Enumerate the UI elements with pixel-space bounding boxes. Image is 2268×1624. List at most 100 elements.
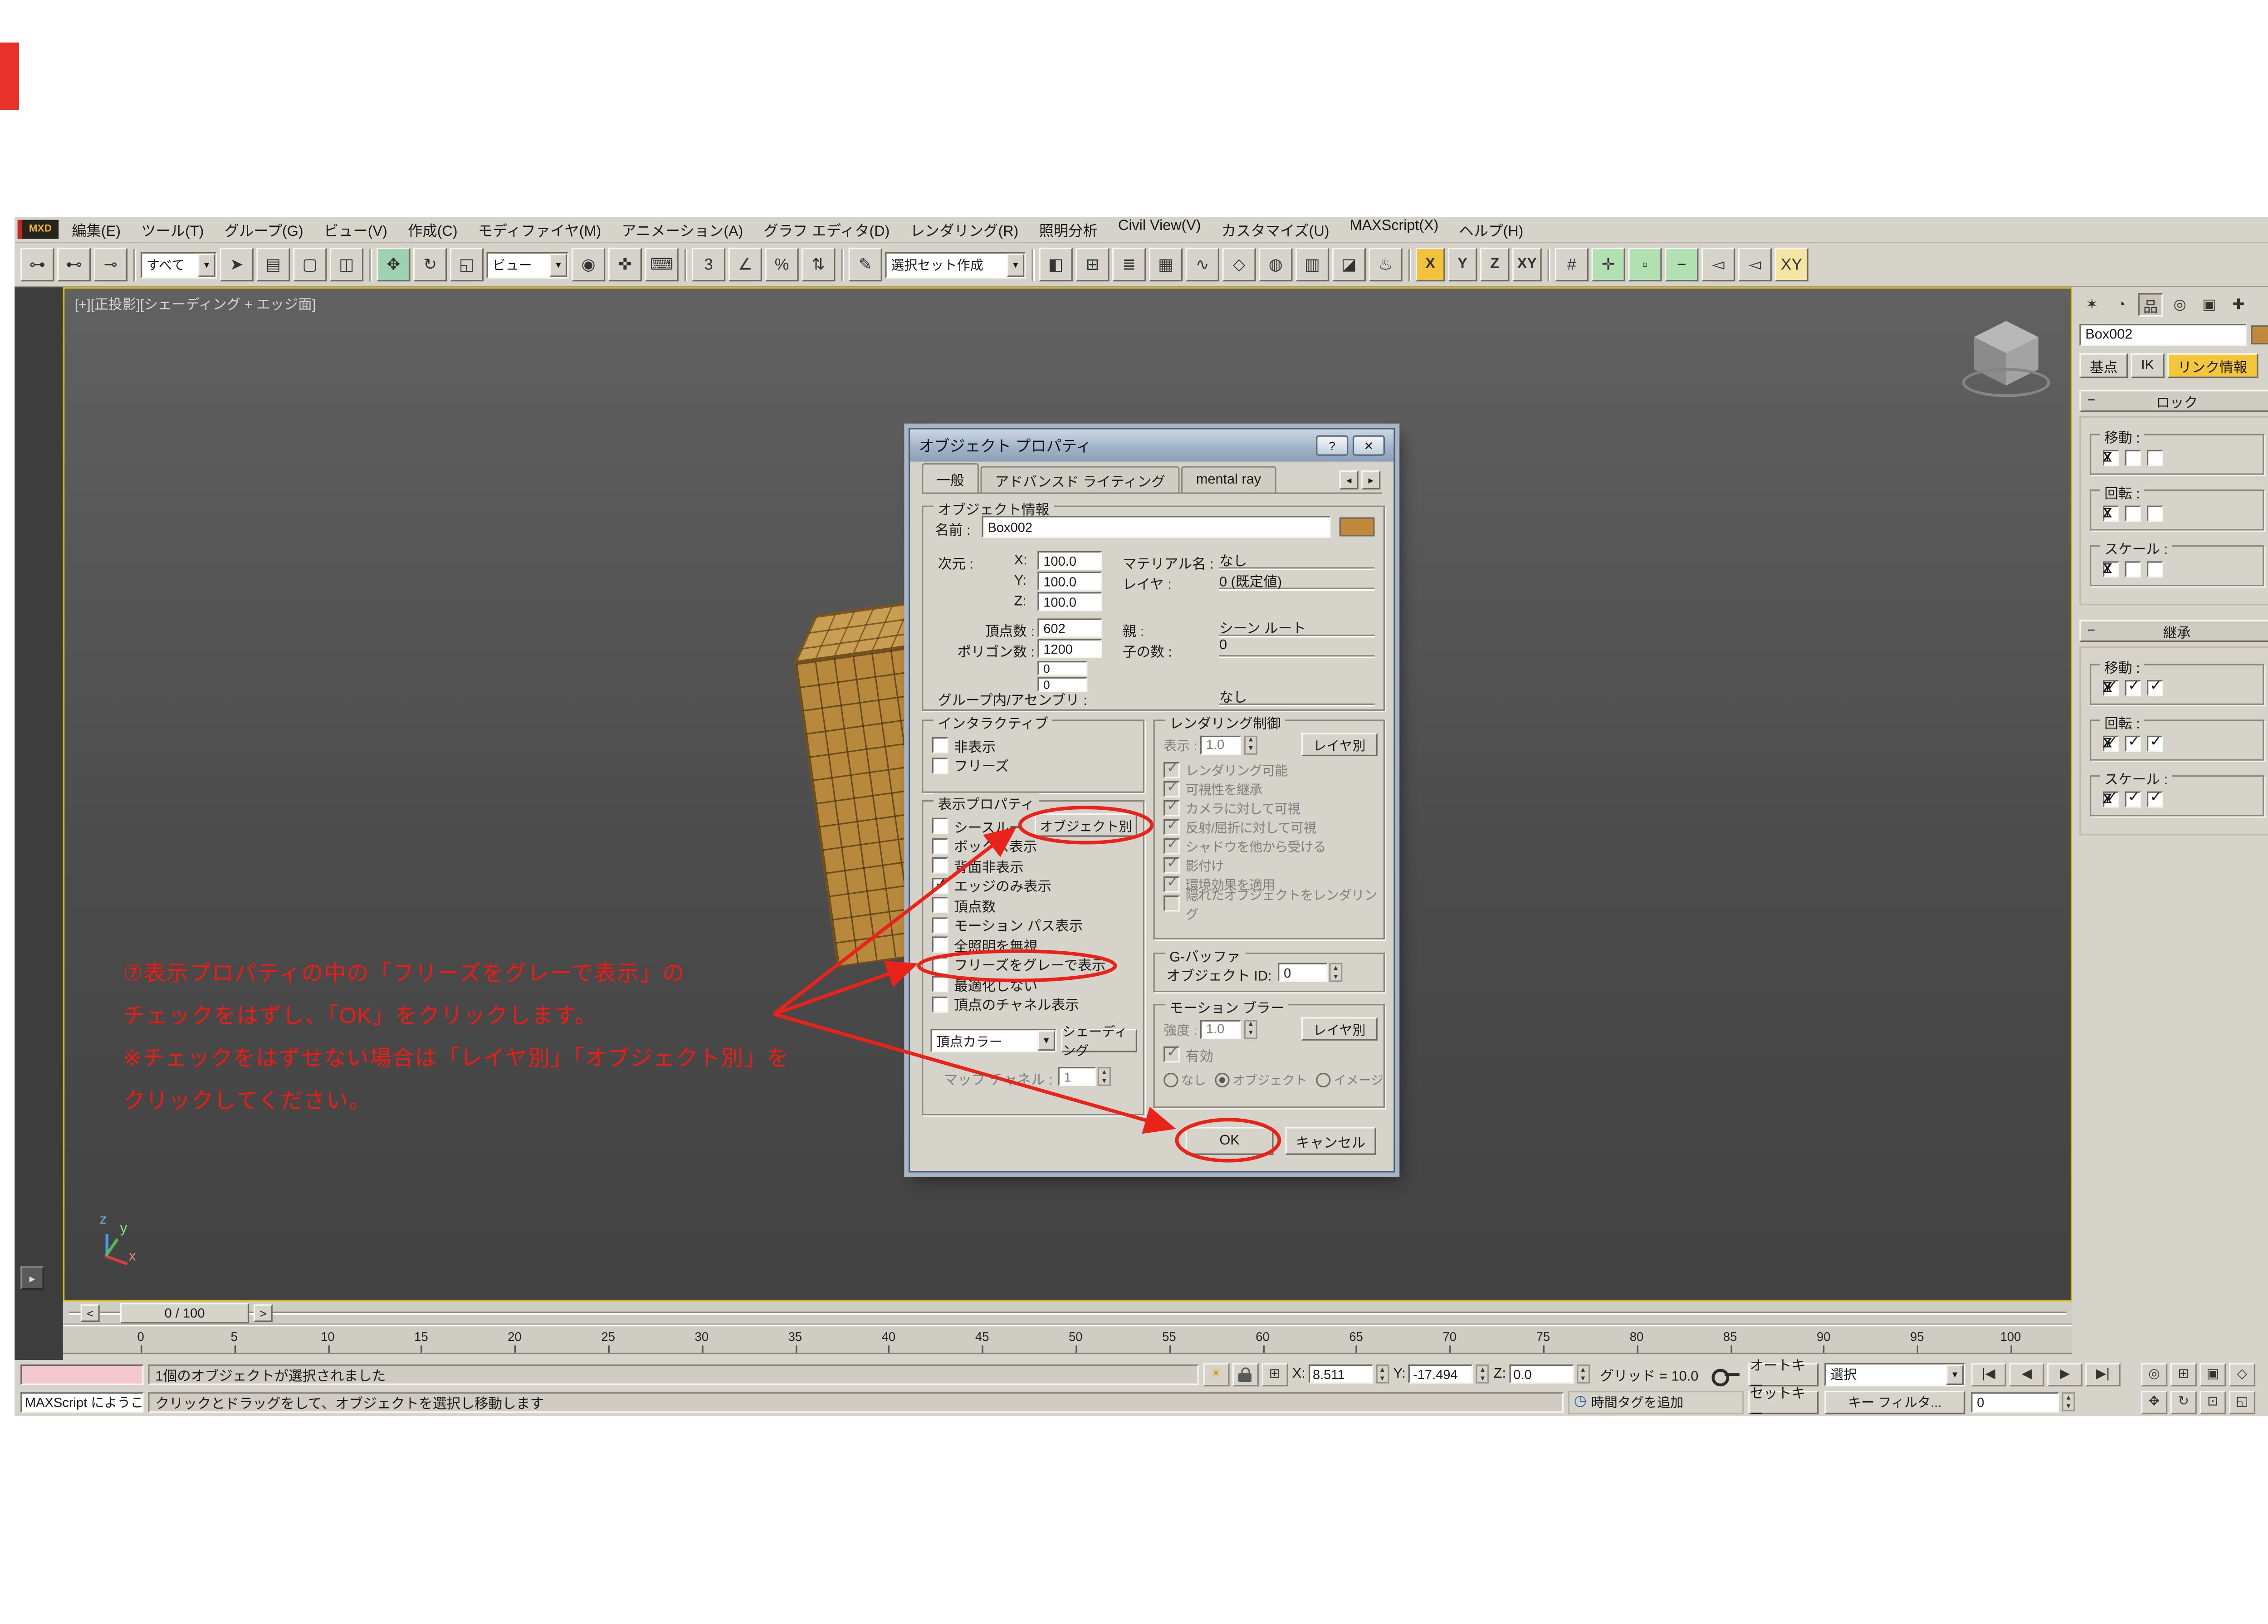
go-to-start-icon[interactable]: |◀	[1971, 1362, 2006, 1386]
radio-button[interactable]	[1215, 1072, 1229, 1086]
angle-snap-button[interactable]: ∠	[728, 248, 762, 281]
checkbox[interactable]	[1163, 838, 1180, 855]
checkbox[interactable]	[932, 818, 948, 835]
snap-toggle-3d-button[interactable]: 3	[692, 248, 725, 281]
material-editor-button[interactable]: ◍	[1259, 248, 1292, 281]
frame-spinner[interactable]	[2062, 1392, 2075, 1411]
maximize-viewport-icon[interactable]: ◱	[2229, 1390, 2255, 1414]
pan-icon[interactable]: ✥	[2141, 1390, 2167, 1414]
modify-tab-icon[interactable]: ◔	[2109, 293, 2134, 317]
snap-pivot-button[interactable]: ✛	[1592, 248, 1625, 281]
render-setup-button[interactable]: ▥	[1295, 248, 1329, 281]
create-tab-icon[interactable]: ✶	[2079, 293, 2104, 317]
rollout-header[interactable]: 継承	[2079, 620, 2268, 642]
display-by-object-button[interactable]: オブジェクト別	[1035, 813, 1137, 837]
field-of-view-icon[interactable]: ◇	[2229, 1362, 2255, 1386]
maxscript-mini-listener[interactable]: MAXScript にようこそ	[20, 1392, 143, 1412]
strength-field[interactable]: 1.0	[1200, 1019, 1241, 1038]
window-crossing-button[interactable]: ◫	[330, 248, 363, 281]
axis-checkbox[interactable]	[2125, 680, 2141, 696]
graphite-ribbon-button[interactable]: ▦	[1149, 248, 1183, 281]
spinner-snap-button[interactable]: ⇅	[802, 248, 835, 281]
select-and-scale-button[interactable]: ◱	[450, 248, 484, 281]
dialog-tab[interactable]: mental ray	[1182, 466, 1276, 492]
unlink-selection-button[interactable]: ⊷	[57, 248, 91, 281]
axis-checkbox[interactable]	[2147, 680, 2163, 696]
absolute-mode-icon[interactable]: ⊞	[1261, 1362, 1288, 1386]
axis-x-button[interactable]: X	[1416, 248, 1445, 281]
mode-tab[interactable]: IK	[2131, 353, 2164, 378]
macro-recorder-field[interactable]	[20, 1364, 143, 1384]
checkbox[interactable]	[1163, 857, 1180, 874]
axis-checkbox[interactable]	[2147, 792, 2163, 808]
checkbox[interactable]	[932, 757, 948, 773]
select-and-link-button[interactable]: ⊶	[20, 248, 54, 281]
menu-item[interactable]: グループ(G)	[214, 218, 313, 240]
select-and-rotate-button[interactable]: ↻	[413, 248, 447, 281]
snap-endpoint-button[interactable]: ▫	[1628, 248, 1662, 281]
region-zoom-icon[interactable]: ⊡	[2200, 1390, 2226, 1414]
dialog-title-bar[interactable]: オブジェクト プロパティ ? ✕	[910, 430, 1393, 462]
checkbox[interactable]	[932, 917, 948, 934]
close-button[interactable]: ✕	[1353, 435, 1385, 456]
menu-item[interactable]: グラフ エディタ(D)	[753, 218, 900, 240]
axis-checkbox[interactable]	[2147, 561, 2163, 577]
chevron-down-icon[interactable]	[198, 253, 215, 276]
mirror-button[interactable]: ◧	[1039, 248, 1073, 281]
axis-checkbox[interactable]	[2125, 506, 2141, 522]
app-logo[interactable]: MXD	[18, 220, 59, 239]
ok-button[interactable]: OK	[1186, 1127, 1274, 1154]
menu-item[interactable]: MAXScript(X)	[1339, 218, 1449, 240]
previous-frame-icon[interactable]: ◀	[2009, 1362, 2044, 1386]
chevron-down-icon[interactable]	[550, 253, 567, 276]
axis-y-button[interactable]: Y	[1448, 248, 1477, 281]
add-time-tag-button[interactable]: ◷時間タグを追加	[1568, 1390, 1744, 1414]
vertex-color-combo[interactable]: 頂点カラー	[930, 1029, 1056, 1052]
menu-item[interactable]: ビュー(V)	[313, 218, 397, 240]
object-id-field[interactable]: 0	[1278, 963, 1328, 982]
menu-item[interactable]: ツール(T)	[131, 218, 214, 240]
axis-checkbox[interactable]	[2125, 561, 2141, 577]
select-by-name-button[interactable]: ▤	[256, 248, 290, 281]
tab-scroll-left-button[interactable]: ◂	[1339, 470, 1359, 489]
next-frame-button[interactable]: >	[254, 1304, 273, 1322]
display-tab-icon[interactable]: ▣	[2197, 293, 2222, 317]
align-button[interactable]: ⊞	[1075, 248, 1109, 281]
play-icon[interactable]: ▶	[2047, 1362, 2082, 1386]
set-key-mode-button[interactable]	[1709, 1367, 1744, 1381]
key-filters-button[interactable]: キー フィルタ...	[1824, 1390, 1965, 1414]
axis-checkbox[interactable]	[2125, 450, 2141, 466]
time-slider-handle[interactable]: 0 / 100	[120, 1303, 249, 1323]
checkbox[interactable]	[932, 976, 948, 993]
strength-spinner[interactable]	[1244, 1019, 1257, 1038]
object-id-spinner[interactable]	[1329, 963, 1342, 982]
menu-item[interactable]: ヘルプ(H)	[1449, 218, 1534, 240]
radio-button[interactable]	[1163, 1072, 1178, 1086]
checkbox[interactable]	[932, 838, 948, 854]
snap-xy-plane-button[interactable]: XY	[1774, 248, 1808, 281]
curve-editor-button[interactable]: ∿	[1186, 248, 1219, 281]
motion-tab-icon[interactable]: ◎	[2167, 293, 2192, 317]
keyboard-override-button[interactable]: ⌨	[645, 248, 679, 281]
help-button[interactable]: ?	[1316, 435, 1348, 456]
name-field[interactable]: Box002	[982, 516, 1331, 538]
axis-z-button[interactable]: Z	[1480, 248, 1510, 281]
checkbox[interactable]	[932, 858, 948, 874]
checkbox[interactable]	[1163, 876, 1180, 893]
snap-face-button[interactable]: ◅	[1701, 248, 1735, 281]
map-channel-field[interactable]: 1	[1058, 1067, 1096, 1086]
radio-button[interactable]	[1316, 1072, 1330, 1086]
checkbox[interactable]	[932, 738, 948, 754]
shaded-vertex-color-button[interactable]: シェーディング	[1061, 1029, 1137, 1052]
mode-tab[interactable]: リンク情報	[2167, 353, 2258, 378]
viewcube[interactable]	[1965, 318, 2047, 400]
zoom-all-icon[interactable]: ⊞	[2170, 1362, 2197, 1386]
named-selection-combo[interactable]: 選択セット作成	[885, 251, 1026, 278]
hierarchy-tab-icon[interactable]: 品	[2138, 293, 2163, 317]
checkbox[interactable]	[1163, 819, 1180, 836]
bind-to-space-warp-button[interactable]: ⊸	[94, 248, 127, 281]
enabled-checkbox[interactable]	[1163, 1047, 1180, 1063]
checkbox[interactable]	[932, 897, 948, 914]
object-name-field[interactable]: Box002	[2079, 324, 2246, 346]
coord-y-spinner[interactable]	[1476, 1365, 1489, 1384]
